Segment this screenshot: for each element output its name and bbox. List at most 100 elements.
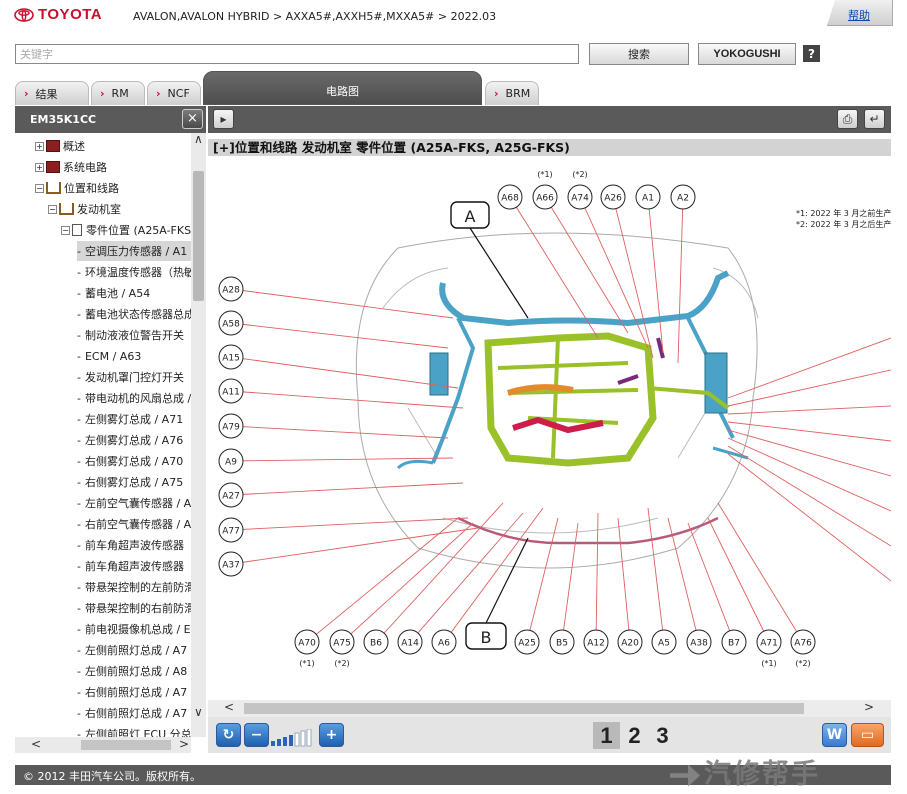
collapse-icon[interactable]: − bbox=[61, 225, 70, 235]
help-label[interactable]: 帮助 bbox=[848, 7, 870, 23]
connector-label: A58 bbox=[222, 320, 240, 330]
expand-icon[interactable]: + bbox=[35, 141, 44, 151]
engine-room-diagram: A B *1: 2022 年 3 月之前生产 *2: 2022 年 3 月之后生产 A6… bbox=[208, 158, 891, 700]
expand-right-icon[interactable]: ▸ bbox=[213, 109, 234, 129]
help-link[interactable]: 帮助 bbox=[827, 0, 893, 26]
search-input[interactable] bbox=[15, 44, 579, 64]
tree-item[interactable]: - 带悬架控制的左前防滑 bbox=[77, 577, 191, 597]
connector-label: A15 bbox=[222, 354, 240, 364]
tree-item-label: 右侧前照灯总成 / A7 bbox=[84, 686, 188, 699]
watermark-logo: 汽修帮手 bbox=[670, 752, 907, 794]
scroll-right-icon[interactable]: > bbox=[864, 700, 874, 714]
tree-item[interactable]: - 右侧前照灯总成 / A7 bbox=[77, 682, 187, 702]
tree-item[interactable]: - 左前空气囊传感器 / A bbox=[77, 493, 191, 513]
scroll-thumb[interactable] bbox=[193, 171, 204, 301]
tree-item[interactable]: - 左侧雾灯总成 / A71 bbox=[77, 409, 183, 429]
tree-item[interactable]: - 带悬架控制的右前防滑 bbox=[77, 598, 191, 618]
scroll-right-icon[interactable]: > bbox=[179, 737, 189, 751]
tab-results[interactable]: › 结果 bbox=[15, 81, 89, 105]
toyota-logo: TOYOTA bbox=[14, 6, 102, 23]
scroll-up-icon[interactable]: ∧ bbox=[194, 132, 203, 146]
tree-item[interactable]: - 蓄电池状态传感器总成 bbox=[77, 304, 191, 324]
tree-bullet: - bbox=[77, 391, 81, 405]
tab-rm[interactable]: › RM bbox=[91, 81, 145, 105]
tree-item[interactable]: - 左侧雾灯总成 / A76 bbox=[77, 430, 183, 450]
connector-label: A66 bbox=[536, 194, 554, 204]
tab-ncf[interactable]: › NCF bbox=[147, 81, 201, 105]
tab-circuit-diagram[interactable]: 电路图 bbox=[203, 71, 482, 105]
collapse-icon[interactable]: − bbox=[35, 183, 44, 193]
tree-horizontal-scrollbar[interactable]: < > bbox=[15, 737, 191, 753]
tree-item[interactable]: - 蓄电池 / A54 bbox=[77, 283, 150, 303]
zoom-in-icon[interactable]: + bbox=[319, 723, 344, 747]
print-icon[interactable]: ⎙ bbox=[837, 109, 858, 129]
help-icon[interactable]: ? bbox=[803, 45, 820, 62]
scroll-down-icon[interactable]: ∨ bbox=[194, 705, 203, 719]
connector-label: B7 bbox=[728, 639, 740, 649]
close-icon[interactable]: × bbox=[182, 109, 203, 129]
tree-bullet: - bbox=[77, 286, 81, 300]
scroll-left-icon[interactable]: < bbox=[31, 737, 41, 751]
tree-item[interactable]: - 左侧前照灯总成 / A8 bbox=[77, 661, 187, 681]
tab-label: 电路图 bbox=[326, 85, 359, 98]
word-export-button[interactable]: W bbox=[822, 723, 847, 747]
tree-item[interactable]: - 左侧前照灯总成 / A7 bbox=[77, 640, 187, 660]
tree-vertical-scrollbar[interactable]: ∧ ∨ bbox=[191, 132, 206, 737]
diagram-horizontal-scrollbar[interactable]: < > bbox=[208, 700, 891, 717]
tree-item[interactable]: − 发动机室 bbox=[48, 199, 121, 219]
zoom-level-indicator[interactable] bbox=[271, 728, 319, 747]
connector-leader-right bbox=[727, 337, 891, 399]
collapse-icon[interactable]: − bbox=[48, 204, 57, 214]
tree-item[interactable]: - 带电动机的风扇总成 / bbox=[77, 388, 191, 408]
tree-item[interactable]: - 制动液液位警告开关（ bbox=[77, 325, 191, 345]
tree-item[interactable]: - 右侧雾灯总成 / A70 bbox=[77, 451, 183, 471]
connector-leader bbox=[647, 507, 665, 643]
refresh-icon[interactable]: ↻ bbox=[216, 723, 241, 747]
tree-bullet: - bbox=[77, 496, 81, 510]
zoom-out-icon[interactable]: − bbox=[244, 723, 269, 747]
tree-item[interactable]: − 位置和线路 bbox=[35, 178, 119, 198]
footnote-1: *1: 2022 年 3 月之前生产 bbox=[796, 208, 891, 218]
page-2-button[interactable]: 2 bbox=[621, 722, 648, 749]
scroll-thumb[interactable] bbox=[81, 740, 171, 750]
search-button[interactable]: 搜索 bbox=[589, 43, 689, 65]
tree-bullet: - bbox=[77, 307, 81, 321]
tree-item[interactable]: - 右侧雾灯总成 / A75 bbox=[77, 472, 183, 492]
harness-green-branches bbox=[497, 337, 730, 459]
tree-item[interactable]: - 右前空气囊传感器 / A bbox=[77, 514, 191, 534]
page-1-button[interactable]: 1 bbox=[593, 722, 620, 749]
tree-item[interactable]: - 环境温度传感器（热敏 bbox=[77, 262, 191, 282]
tab-label: 结果 bbox=[35, 87, 58, 101]
tree-item[interactable]: - 前车角超声波传感器（ bbox=[77, 535, 191, 555]
tree-item[interactable]: - 空调压力传感器 / A1 bbox=[77, 241, 191, 261]
tree-item-label: 右侧雾灯总成 / A75 bbox=[84, 476, 184, 489]
connector-label: A1 bbox=[642, 194, 654, 204]
scroll-left-icon[interactable]: < bbox=[224, 700, 234, 714]
tab-brm[interactable]: › BRM bbox=[485, 81, 539, 105]
tree-item[interactable]: - 左侧前照灯 ECU 分总 bbox=[77, 724, 191, 738]
connector-leader bbox=[617, 517, 631, 643]
return-icon[interactable]: ↵ bbox=[864, 109, 885, 129]
callout-a-label: A bbox=[465, 207, 476, 226]
tree-bullet: - bbox=[77, 538, 81, 552]
tree-item[interactable]: − 零件位置 (A25A-FKS bbox=[61, 220, 191, 240]
connector-leader bbox=[230, 390, 464, 409]
chevron-right-icon: › bbox=[100, 87, 105, 100]
zoom-level-bars-icon[interactable] bbox=[271, 728, 319, 747]
tree-item[interactable]: + 系统电路 bbox=[35, 157, 107, 177]
tree-item[interactable]: - 前车角超声波传感器（ bbox=[77, 556, 191, 576]
tree-bullet: - bbox=[77, 706, 81, 720]
yokogushi-button[interactable]: YOKOGUSHI bbox=[698, 43, 796, 65]
tree-item[interactable]: - ECM / A63 bbox=[77, 346, 141, 366]
connector-leader bbox=[647, 196, 664, 354]
expand-icon[interactable]: + bbox=[35, 162, 44, 172]
tree-item[interactable]: - 发动机罩门控灯开关（ bbox=[77, 367, 191, 387]
connector-leader bbox=[717, 502, 804, 643]
page-3-button[interactable]: 3 bbox=[649, 722, 676, 749]
comment-icon[interactable]: ▭ bbox=[851, 723, 884, 747]
tree-item[interactable]: - 前电视摄像机总成 / E bbox=[77, 619, 191, 639]
tree-item-label: 空调压力传感器 / A1 bbox=[84, 245, 188, 258]
scroll-thumb[interactable] bbox=[244, 703, 804, 714]
tree-item[interactable]: + 概述 bbox=[35, 136, 85, 156]
tree-item[interactable]: - 右侧前照灯总成 / A7 bbox=[77, 703, 187, 723]
